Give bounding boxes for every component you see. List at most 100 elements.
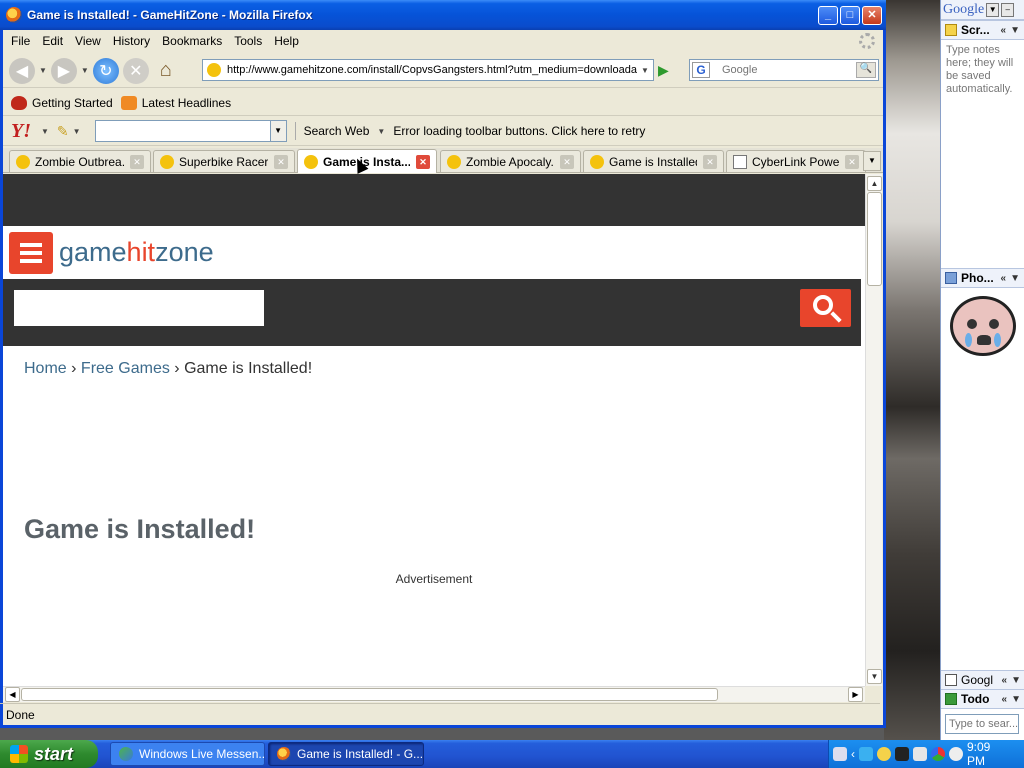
taskbar-item-firefox[interactable]: Game is Installed! - G...: [268, 742, 424, 766]
gadget-menu-dropdown-icon[interactable]: ▼: [1011, 694, 1021, 705]
menu-history[interactable]: History: [113, 34, 150, 48]
vertical-scrollbar[interactable]: ▲ ▼: [865, 174, 882, 686]
tab-close-icon[interactable]: ✕: [416, 154, 430, 169]
scroll-left-arrow-icon[interactable]: ◀: [5, 687, 20, 702]
tab-close-icon[interactable]: ✕: [130, 154, 144, 169]
menu-file[interactable]: File: [11, 34, 30, 48]
gadget-menu-dropdown-icon[interactable]: ▼: [1010, 25, 1020, 36]
scroll-down-arrow-icon[interactable]: ▼: [867, 669, 882, 684]
bookmarks-toolbar: Getting Started Latest Headlines: [3, 90, 883, 116]
scratch-pad-notes[interactable]: Type notes here; they will be saved auto…: [941, 40, 1024, 268]
photos-header[interactable]: Pho... « ▼: [941, 268, 1024, 288]
site-search-input[interactable]: [14, 290, 264, 326]
go-button[interactable]: ▶: [658, 62, 669, 79]
sidebar-search-input[interactable]: [945, 714, 1019, 734]
yahoo-menu-dropdown-icon[interactable]: ▼: [41, 127, 49, 136]
menu-edit[interactable]: Edit: [42, 34, 63, 48]
forward-button[interactable]: ▶: [50, 57, 77, 84]
sidebar-menu-dropdown-icon[interactable]: ▼: [986, 2, 1000, 17]
url-text[interactable]: http://www.gamehitzone.com/install/Copvs…: [227, 64, 637, 76]
home-button[interactable]: ⌂: [153, 58, 179, 84]
tab-zombie-outbreak[interactable]: Zombie Outbrea... ✕: [9, 150, 151, 172]
tab-zombie-apocalypse[interactable]: Zombie Apocaly... ✕: [440, 150, 581, 172]
vertical-scroll-thumb[interactable]: [867, 192, 882, 286]
yahoo-search-input[interactable]: [94, 120, 271, 142]
collapse-icon[interactable]: «: [1001, 25, 1007, 36]
horizontal-scrollbar[interactable]: ◀ ▶: [3, 686, 865, 702]
title-bar[interactable]: Game is Installed! - GameHitZone - Mozil…: [0, 0, 886, 30]
collapse-icon[interactable]: «: [1002, 694, 1008, 705]
scratch-pad-header[interactable]: Scr... « ▼: [941, 20, 1024, 40]
start-button[interactable]: start: [0, 740, 98, 768]
yahoo-search-dropdown[interactable]: ▼: [270, 120, 287, 142]
tab-close-icon[interactable]: ✕: [703, 154, 717, 169]
keyboard-icon[interactable]: [833, 747, 847, 761]
tab-list-dropdown[interactable]: ▼: [863, 151, 881, 171]
gadget-menu-dropdown-icon[interactable]: ▼: [1011, 675, 1021, 686]
windows-logo-icon: [10, 745, 28, 763]
taskbar-item-messenger[interactable]: Windows Live Messen...: [110, 742, 265, 766]
maximize-button[interactable]: □: [840, 6, 860, 25]
volume-icon[interactable]: [913, 747, 927, 761]
stop-button[interactable]: ✕: [122, 57, 149, 84]
scroll-right-arrow-icon[interactable]: ▶: [848, 687, 863, 702]
google-search-button[interactable]: 🔍: [856, 62, 876, 78]
menu-view[interactable]: View: [75, 34, 101, 48]
tab-superbike-racer[interactable]: Superbike Racer... ✕: [153, 150, 295, 172]
tab-close-icon[interactable]: ✕: [560, 154, 574, 169]
collapse-icon[interactable]: «: [1001, 273, 1007, 284]
photo-thumbnail[interactable]: [949, 296, 1016, 356]
back-button[interactable]: ◀: [9, 57, 35, 84]
tab-close-icon[interactable]: ✕: [274, 154, 288, 169]
minimize-button[interactable]: _: [818, 6, 838, 25]
todo-gadget-header[interactable]: Todo « ▼: [941, 689, 1024, 709]
gadget-menu-dropdown-icon[interactable]: ▼: [1010, 273, 1020, 284]
breadcrumb-home-link[interactable]: Home: [24, 360, 67, 377]
tab-cyberlink-power[interactable]: CyberLink Power... ✕: [726, 150, 866, 172]
forward-history-dropdown-icon[interactable]: ▼: [81, 66, 89, 75]
close-button[interactable]: ✕: [862, 6, 882, 25]
tab-close-icon[interactable]: ✕: [845, 154, 859, 169]
reload-icon: ↻: [99, 62, 113, 80]
breadcrumb-current: Game is Installed!: [184, 360, 313, 377]
scroll-up-arrow-icon[interactable]: ▲: [867, 176, 882, 191]
app-tray-icon[interactable]: [895, 747, 909, 761]
site-search-button[interactable]: [800, 289, 851, 327]
pencil-icon[interactable]: ✎: [57, 123, 69, 140]
horizontal-scroll-thumb[interactable]: [21, 688, 718, 701]
menu-bookmarks[interactable]: Bookmarks: [162, 34, 222, 48]
google-search-input[interactable]: [722, 64, 852, 76]
update-tray-icon[interactable]: [949, 747, 963, 761]
toolbar-error-message[interactable]: Error loading toolbar buttons. Click her…: [393, 124, 645, 138]
reload-button[interactable]: ↻: [92, 57, 119, 84]
google-logo[interactable]: Google: [943, 2, 984, 18]
hamburger-menu-icon[interactable]: [9, 231, 53, 274]
url-bar[interactable]: http://www.gamehitzone.com/install/Copvs…: [202, 59, 654, 81]
url-history-dropdown-icon[interactable]: ▼: [641, 66, 649, 75]
clock[interactable]: 9:09 PM: [967, 740, 1006, 768]
sidebar-minimize-icon[interactable]: –: [1001, 2, 1015, 17]
messenger-tray-icon[interactable]: [877, 747, 891, 761]
back-history-dropdown-icon[interactable]: ▼: [39, 66, 47, 75]
gadget-title: Pho...: [961, 271, 994, 285]
bookmark-label: Getting Started: [32, 95, 113, 110]
search-web-dropdown-icon[interactable]: ▼: [377, 127, 385, 136]
yahoo-logo[interactable]: Y!: [11, 120, 31, 143]
show-hidden-icons-chevron-icon[interactable]: ‹: [851, 747, 855, 761]
google-engine-icon[interactable]: G: [692, 62, 710, 78]
collapse-icon[interactable]: «: [1002, 675, 1008, 686]
tab-game-is-installed[interactable]: Game is Installed... ✕: [583, 150, 724, 172]
yahoo-search-web-button[interactable]: Search Web: [304, 124, 370, 138]
menu-help[interactable]: Help: [274, 34, 299, 48]
breadcrumb-free-games-link[interactable]: Free Games: [81, 360, 170, 377]
gmail-gadget-header[interactable]: Googl « ▼: [941, 670, 1024, 690]
bookmark-getting-started[interactable]: Getting Started: [11, 95, 113, 110]
google-search-box[interactable]: G 🔍: [689, 59, 879, 81]
network-icon[interactable]: [859, 747, 873, 761]
site-logo[interactable]: gamehitzone: [59, 237, 214, 268]
search-icon: [812, 295, 833, 315]
bookmark-latest-headlines[interactable]: Latest Headlines: [120, 95, 231, 110]
google-desktop-tray-icon[interactable]: [931, 747, 945, 761]
pencil-dropdown-icon[interactable]: ▼: [73, 127, 81, 136]
menu-tools[interactable]: Tools: [234, 34, 262, 48]
